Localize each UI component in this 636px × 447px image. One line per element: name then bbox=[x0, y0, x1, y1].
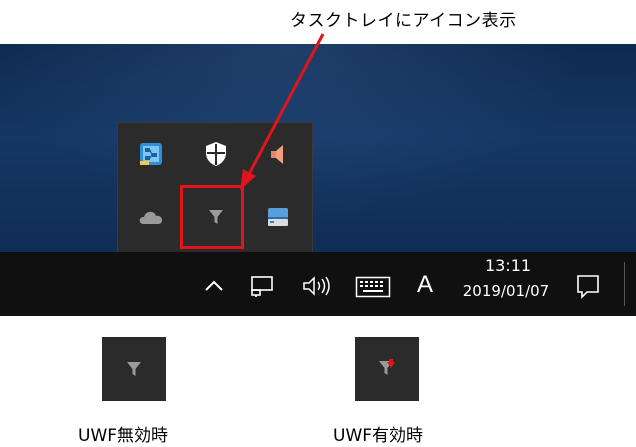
network-icon[interactable] bbox=[248, 272, 278, 300]
annotation-caption: タスクトレイにアイコン表示 bbox=[290, 11, 517, 31]
uwf-enabled-sample bbox=[355, 337, 419, 401]
uwf-disabled-label: UWF無効時 bbox=[78, 426, 169, 446]
show-hidden-icons-chevron-icon[interactable] bbox=[200, 272, 228, 300]
highlight-box bbox=[180, 185, 244, 249]
show-desktop-divider[interactable] bbox=[624, 262, 625, 306]
volume-icon[interactable] bbox=[299, 272, 333, 300]
touch-keyboard-icon[interactable] bbox=[354, 274, 392, 300]
clock-date[interactable]: 2019/01/07 bbox=[451, 282, 561, 300]
clock-time[interactable]: 13:11 bbox=[463, 256, 553, 275]
action-center-icon[interactable] bbox=[573, 271, 603, 301]
onedrive-cloud-icon[interactable] bbox=[137, 203, 165, 231]
ime-mode-indicator[interactable]: A bbox=[413, 270, 437, 300]
windows-defender-shield-icon[interactable] bbox=[202, 140, 230, 168]
uwf-filter-enabled-icon bbox=[379, 359, 395, 375]
removable-drive-icon[interactable] bbox=[264, 203, 292, 231]
uwf-filter-disabled-icon bbox=[127, 362, 141, 376]
network-map-icon[interactable] bbox=[137, 140, 165, 168]
uwf-enabled-label: UWF有効時 bbox=[333, 426, 424, 446]
desktop-background bbox=[0, 44, 636, 252]
uwf-disabled-sample bbox=[102, 337, 166, 401]
speaker-icon[interactable] bbox=[264, 140, 292, 168]
